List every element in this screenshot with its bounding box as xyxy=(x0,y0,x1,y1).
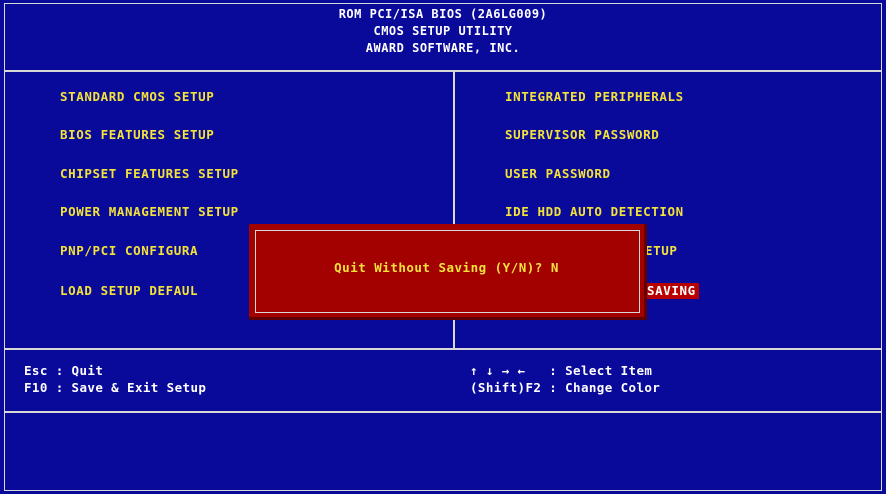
menu-item-standard-cmos-setup[interactable]: STANDARD CMOS SETUP xyxy=(60,89,214,105)
quit-confirm-dialog[interactable]: Quit Without Saving (Y/N)? N xyxy=(249,224,647,320)
help-divider xyxy=(4,411,882,413)
help-change-color: (Shift)F2 : Change Color xyxy=(470,380,661,395)
menu-item-chipset-features-setup[interactable]: CHIPSET FEATURES SETUP xyxy=(60,166,239,182)
utility-title: CMOS SETUP UTILITY xyxy=(373,24,513,38)
menu-item-supervisor-password[interactable]: SUPERVISOR PASSWORD xyxy=(505,127,659,143)
frame-top xyxy=(4,3,882,4)
vendor-name: AWARD SOFTWARE, INC. xyxy=(365,41,521,55)
header-divider xyxy=(4,70,882,72)
frame-left xyxy=(4,3,5,491)
help-f10-save-exit: F10 : Save & Exit Setup xyxy=(24,380,207,395)
menu-item-integrated-peripherals[interactable]: INTEGRATED PERIPHERALS xyxy=(505,89,684,105)
menu-item-load-setup-defaults[interactable]: LOAD SETUP DEFAUL xyxy=(60,283,198,299)
help-select-item: ↑ ↓ → ← : Select Item xyxy=(470,363,653,378)
frame-bottom xyxy=(4,490,882,491)
menu-divider xyxy=(4,348,882,350)
bios-version: ROM PCI/ISA BIOS (2A6LG009) xyxy=(338,7,548,21)
menu-item-save-exit-setup[interactable]: ETUP xyxy=(645,243,678,259)
menu-item-power-management-setup[interactable]: POWER MANAGEMENT SETUP xyxy=(60,204,239,220)
help-esc-quit: Esc : Quit xyxy=(24,363,104,378)
menu-item-bios-features-setup[interactable]: BIOS FEATURES SETUP xyxy=(60,127,214,143)
menu-item-ide-hdd-auto-detection[interactable]: IDE HDD AUTO DETECTION xyxy=(505,204,684,220)
quit-without-saving-prompt[interactable]: Quit Without Saving (Y/N)? N xyxy=(249,260,644,275)
bios-setup-screen: ROM PCI/ISA BIOS (2A6LG009) CMOS SETUP U… xyxy=(0,0,886,494)
menu-item-user-password[interactable]: USER PASSWORD xyxy=(505,166,611,182)
frame-right xyxy=(881,3,882,491)
menu-item-exit-without-saving[interactable]: SAVING xyxy=(644,283,699,299)
menu-item-pnp-pci-configuration[interactable]: PNP/PCI CONFIGURA xyxy=(60,243,198,259)
bios-title-block: ROM PCI/ISA BIOS (2A6LG009) CMOS SETUP U… xyxy=(0,6,886,57)
